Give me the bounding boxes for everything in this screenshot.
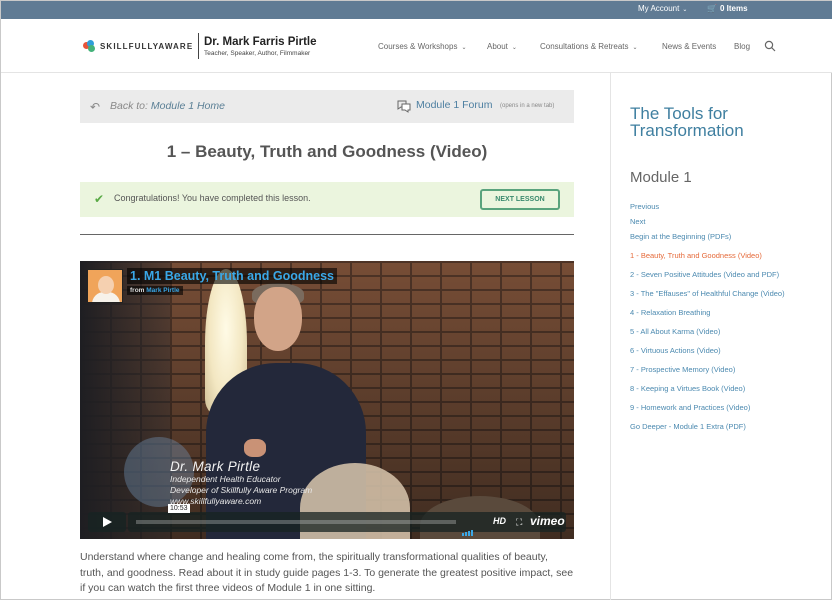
overlay-line-3: www.skillfullyaware.com xyxy=(170,496,262,506)
site-header: SKILLFULLYAWARE Dr. Mark Farris Pirtle T… xyxy=(1,19,832,73)
lesson-description: Understand where change and healing come… xyxy=(80,551,574,595)
vimeo-logo[interactable]: vimeo xyxy=(530,514,565,528)
back-arrow-icon: ↶ xyxy=(90,100,101,114)
play-button[interactable] xyxy=(88,512,126,532)
video-lower-third: Dr. Mark Pirtle Independent Health Educa… xyxy=(170,459,312,507)
top-bar: My Account ⌄ 🛒 0 Items xyxy=(1,1,832,19)
video-timeline[interactable] xyxy=(136,520,456,524)
chevron-down-icon: ⌄ xyxy=(511,45,517,51)
back-to-module: Back to: Module 1 Home xyxy=(110,100,225,112)
sidebar-divider xyxy=(610,73,611,600)
video-controls: 10:53 HD ⛶ vimeo xyxy=(88,504,566,536)
nav-label: About xyxy=(487,42,508,51)
chevron-down-icon: ⌄ xyxy=(632,45,638,51)
sidebar-item-lesson-5[interactable]: 5 - All About Karma (Video) xyxy=(630,324,790,339)
video-author-avatar[interactable] xyxy=(87,269,123,303)
overlay-line-1: Independent Health Educator xyxy=(170,474,281,484)
site-logo[interactable]: SKILLFULLYAWARE xyxy=(83,40,193,52)
module-heading: Module 1 xyxy=(630,169,692,186)
control-bar: 10:53 HD ⛶ vimeo xyxy=(128,504,566,536)
video-frame-speaker-head xyxy=(254,287,302,351)
my-account-menu[interactable]: My Account ⌄ xyxy=(638,4,687,13)
video-player[interactable]: 1. M1 Beauty, Truth and Goodness from Ma… xyxy=(80,261,574,539)
sidebar-item-next[interactable]: Next xyxy=(630,214,790,229)
sidebar-item-go-deeper[interactable]: Go Deeper - Module 1 Extra (PDF) xyxy=(630,419,790,434)
nav-blog[interactable]: Blog xyxy=(734,42,750,51)
sidebar-item-begin[interactable]: Begin at the Beginning (PDFs) xyxy=(630,229,790,244)
sidebar-item-lesson-2[interactable]: 2 - Seven Positive Attitudes (Video and … xyxy=(630,267,790,282)
forum-icon xyxy=(397,100,411,113)
lesson-complete-notice: ✔ Congratulations! You have completed th… xyxy=(80,182,574,217)
nav-news-events[interactable]: News & Events xyxy=(662,42,716,51)
sidebar-item-lesson-1[interactable]: 1 - Beauty, Truth and Goodness (Video) xyxy=(630,248,790,263)
sidebar-item-lesson-7[interactable]: 7 - Prospective Memory (Video) xyxy=(630,362,790,377)
site-name[interactable]: Dr. Mark Farris Pirtle xyxy=(204,36,317,48)
sidebar-item-lesson-3[interactable]: 3 - The "Effauses" of Healthful Change (… xyxy=(630,286,790,301)
sidebar-item-lesson-9[interactable]: 9 - Homework and Practices (Video) xyxy=(630,400,790,415)
back-to-module-link[interactable]: Module 1 Home xyxy=(151,100,225,112)
video-frame-speaker-hand xyxy=(244,439,266,457)
sidebar-item-lesson-6[interactable]: 6 - Virtuous Actions (Video) xyxy=(630,343,790,358)
play-icon xyxy=(103,517,112,527)
site-tagline: Teacher, Speaker, Author, Filmmaker xyxy=(204,50,311,57)
chevron-down-icon: ⌄ xyxy=(682,7,688,13)
video-title[interactable]: 1. M1 Beauty, Truth and Goodness xyxy=(127,268,337,284)
video-author-link[interactable]: Mark Pirtle xyxy=(146,287,179,294)
search-icon[interactable] xyxy=(764,40,776,52)
forum-new-tab-note: (opens in a new tab) xyxy=(500,103,555,109)
nav-consultations-retreats[interactable]: Consultations & Retreats ⌄ xyxy=(540,42,638,51)
logo-text: SKILLFULLYAWARE xyxy=(100,41,194,51)
back-prefix: Back to: xyxy=(110,100,148,112)
lesson-title: 1 – Beauty, Truth and Goodness (Video) xyxy=(166,142,488,161)
chevron-down-icon: ⌄ xyxy=(461,45,467,51)
nav-courses-workshops[interactable]: Courses & Workshops ⌄ xyxy=(378,42,466,51)
next-lesson-button[interactable]: NEXT LESSON xyxy=(480,189,560,210)
cart-link[interactable]: 🛒 0 Items xyxy=(707,4,748,13)
overlay-name: Dr. Mark Pirtle xyxy=(170,459,261,474)
nav-label: Courses & Workshops xyxy=(378,42,458,51)
logo-circles-icon xyxy=(83,40,97,52)
nav-about[interactable]: About ⌄ xyxy=(487,42,517,51)
my-account-label: My Account xyxy=(638,4,680,13)
volume-icon[interactable] xyxy=(462,518,476,536)
check-icon: ✔ xyxy=(94,192,105,206)
sidebar-item-previous[interactable]: Previous xyxy=(630,199,790,214)
lesson-nav-bar: ↶ Back to: Module 1 Home Module 1 Forum … xyxy=(80,90,574,123)
sidebar-item-lesson-4[interactable]: 4 - Relaxation Breathing xyxy=(630,305,790,320)
module-forum-link[interactable]: Module 1 Forum xyxy=(416,99,492,111)
cart-label: 0 Items xyxy=(719,4,748,13)
video-from-prefix: from xyxy=(130,287,145,294)
content-divider xyxy=(80,234,574,235)
lesson-list: Previous Next Begin at the Beginning (PD… xyxy=(630,199,790,434)
logo-divider xyxy=(198,33,199,59)
overlay-line-2: Developer of Skillfully Aware Program xyxy=(170,485,313,495)
fullscreen-icon[interactable]: ⛶ xyxy=(516,517,522,528)
lesson-complete-message: Congratulations! You have completed this… xyxy=(114,193,311,203)
course-title: The Tools for Transformation xyxy=(630,104,744,140)
video-duration: 10:53 xyxy=(168,504,190,513)
video-author: from Mark Pirtle xyxy=(127,286,183,295)
nav-label: Consultations & Retreats xyxy=(540,42,629,51)
hd-toggle[interactable]: HD xyxy=(493,516,506,526)
cart-icon: 🛒 xyxy=(707,4,717,13)
sidebar-item-lesson-8[interactable]: 8 - Keeping a Virtues Book (Video) xyxy=(630,381,790,396)
